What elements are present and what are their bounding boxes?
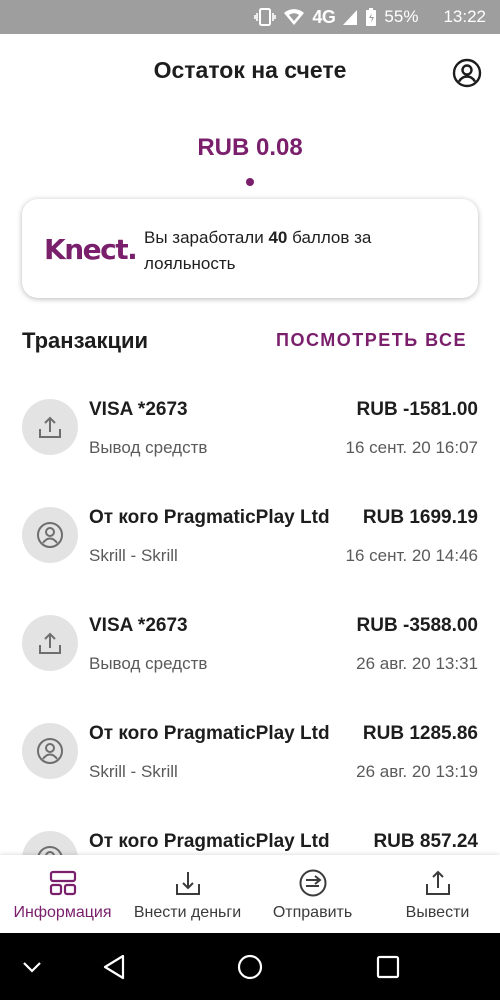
transactions-title: Транзакции (22, 328, 149, 353)
nav-deposit-label: Внести деньги (133, 904, 242, 921)
transaction-row[interactable]: VISA *2673 RUB -3588.00 Вывод средств 26… (0, 586, 500, 694)
vibrate-icon (254, 7, 277, 27)
dashboard-icon (48, 868, 78, 898)
transaction-description: Вывод средств (89, 438, 208, 457)
transaction-name: VISA *2673 (89, 615, 188, 636)
transaction-name: От кого PragmaticPlay Ltd (89, 723, 330, 744)
transaction-amount: RUB -1581.00 (356, 399, 478, 420)
download-tray-icon (173, 868, 203, 898)
recents-square-icon[interactable] (366, 933, 410, 1000)
home-circle-icon[interactable] (228, 933, 272, 1000)
status-bar: 4G 55% 13:22 (0, 0, 500, 34)
loyalty-points: 40 (268, 228, 288, 247)
upload-tray-icon (423, 868, 453, 898)
transaction-date: 16 сент. 20 14:46 (345, 546, 479, 565)
upload-icon (22, 615, 78, 671)
wifi-icon (283, 8, 305, 26)
transaction-amount: RUB -3588.00 (356, 615, 478, 636)
page-title: Остаток на счете (153, 57, 347, 83)
account-circle-icon[interactable] (452, 58, 482, 88)
transaction-row[interactable]: От кого PragmaticPlay Ltd RUB 857.24 (0, 802, 500, 855)
status-icons: 4G 55% 13:22 (254, 0, 486, 34)
account-balance: RUB 0.08 (197, 134, 303, 161)
nav-info[interactable]: Информация (0, 855, 125, 933)
system-navigation-bar (0, 933, 500, 1000)
transaction-row[interactable]: VISA *2673 RUB -1581.00 Вывод средств 16… (0, 370, 500, 478)
nav-withdraw[interactable]: Вывести (375, 855, 500, 933)
nav-withdraw-label: Вывести (405, 904, 470, 921)
transaction-date: 26 авг. 20 13:31 (356, 654, 478, 673)
loyalty-card[interactable]: Knect. Вы заработали 40 баллов за лояльн… (22, 199, 478, 298)
bottom-navigation: Информация Внести деньги Отправить Вывес… (0, 855, 500, 933)
nav-info-label: Информация (13, 904, 112, 921)
network-type: 4G (312, 6, 336, 27)
battery-level: 55% (384, 7, 419, 26)
signal-icon (342, 8, 358, 26)
header: Остаток на счете (0, 34, 500, 114)
nav-send-label: Отправить (272, 904, 353, 921)
send-arrow-circle-icon (298, 868, 328, 898)
transaction-date: 26 авг. 20 13:19 (356, 762, 478, 781)
upload-icon (22, 399, 78, 455)
transaction-row[interactable]: От кого PragmaticPlay Ltd RUB 1285.86 Sk… (0, 694, 500, 802)
back-triangle-icon[interactable] (92, 933, 136, 1000)
person-icon (22, 723, 78, 779)
loyalty-message: Вы заработали 40 баллов за лояльность (144, 225, 414, 277)
transaction-name: От кого PragmaticPlay Ltd (89, 507, 330, 528)
chevron-down-icon[interactable] (14, 933, 50, 1000)
nav-deposit[interactable]: Внести деньги (125, 855, 250, 933)
knect-logo: Knect. (44, 233, 138, 266)
transaction-description: Вывод средств (89, 654, 208, 673)
battery-icon (365, 7, 377, 27)
transaction-amount: RUB 857.24 (373, 831, 478, 852)
person-icon (22, 507, 78, 563)
pager-indicator (246, 178, 254, 186)
transaction-row[interactable]: От кого PragmaticPlay Ltd RUB 1699.19 Sk… (0, 478, 500, 586)
transaction-description: Skrill - Skrill (89, 762, 178, 781)
transaction-name: VISA *2673 (89, 399, 188, 420)
transaction-amount: RUB 1285.86 (362, 723, 478, 744)
transaction-date: 16 сент. 20 16:07 (345, 438, 479, 457)
transaction-amount: RUB 1699.19 (362, 507, 478, 528)
nav-send[interactable]: Отправить (250, 855, 375, 933)
transaction-name: От кого PragmaticPlay Ltd (89, 831, 330, 852)
transaction-description: Skrill - Skrill (89, 546, 178, 565)
person-icon (22, 831, 78, 855)
loyalty-text-before: Вы заработали (144, 228, 269, 247)
clock: 13:22 (443, 7, 486, 26)
transactions-list[interactable]: VISA *2673 RUB -1581.00 Вывод средств 16… (0, 370, 500, 855)
view-all-link[interactable]: ПОСМОТРЕТЬ ВСЕ (276, 330, 467, 351)
